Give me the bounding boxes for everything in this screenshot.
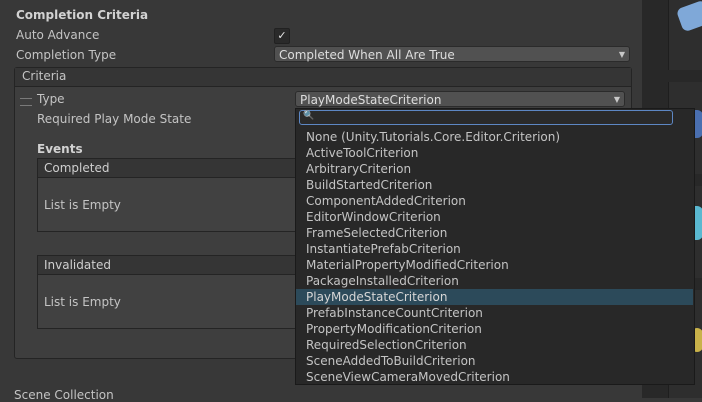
completion-type-dropdown[interactable]: Completed When All Are True ▼	[274, 46, 630, 62]
dropdown-option[interactable]: EditorWindowCriterion	[296, 209, 693, 225]
completion-type-value: Completed When All Are True	[279, 48, 455, 62]
dropdown-option[interactable]: ArbitraryCriterion	[296, 161, 693, 177]
dropdown-option[interactable]: MaterialPropertyModifiedCriterion	[296, 257, 693, 273]
dropdown-option[interactable]: SceneAddedToBuildCriterion	[296, 353, 693, 369]
thumbnail-1[interactable]	[668, 0, 702, 70]
dropdown-option[interactable]: PrefabInstanceCountCriterion	[296, 305, 693, 321]
auto-advance-label: Auto Advance	[16, 28, 100, 42]
completed-event-list: Completed List is Empty	[37, 158, 337, 232]
criterion-type-value: PlayModeStateCriterion	[300, 93, 442, 107]
dropdown-option[interactable]: BuildStartedCriterion	[296, 177, 693, 193]
completed-header: Completed	[38, 159, 336, 178]
criteria-header-label: Criteria	[22, 69, 67, 83]
search-icon: 🔍	[303, 111, 315, 121]
criterion-type-dropdown[interactable]: PlayModeStateCriterion ▼	[295, 91, 625, 107]
type-label: Type	[37, 92, 65, 106]
events-title: Events	[37, 142, 83, 156]
invalidated-header: Invalidated	[38, 256, 336, 275]
auto-advance-checkbox[interactable]: ✓	[274, 28, 290, 44]
dropdown-option[interactable]: None (Unity.Tutorials.Core.Editor.Criter…	[296, 129, 693, 145]
footer-partial-text: Scene Collection	[14, 388, 114, 402]
dropdown-option[interactable]: InstantiatePrefabCriterion	[296, 241, 693, 257]
drag-handle-icon[interactable]	[20, 98, 32, 106]
invalidated-empty-text: List is Empty	[44, 295, 121, 309]
dropdown-option[interactable]: ActiveToolCriterion	[296, 145, 693, 161]
dropdown-option[interactable]: PropertyModificationCriterion	[296, 321, 693, 337]
completion-criteria-title: Completion Criteria	[16, 8, 149, 22]
completion-type-label: Completion Type	[16, 48, 117, 62]
chevron-down-icon: ▼	[613, 95, 620, 104]
dropdown-option[interactable]: RequiredSelectionCriterion	[296, 337, 693, 353]
dropdown-option[interactable]: PackageInstalledCriterion	[296, 273, 693, 289]
required-play-mode-state-label: Required Play Mode State	[37, 112, 192, 126]
chevron-down-icon: ▼	[618, 50, 625, 59]
criteria-header	[15, 68, 631, 87]
completed-empty-text: List is Empty	[44, 198, 121, 212]
search-field[interactable]: 🔍	[299, 110, 673, 125]
dropdown-option[interactable]: FrameSelectedCriterion	[296, 225, 693, 241]
dropdown-option[interactable]: PlayModeStateCriterion	[296, 289, 693, 305]
dropdown-option[interactable]: ComponentAddedCriterion	[296, 193, 693, 209]
invalidated-event-list: Invalidated List is Empty	[37, 255, 337, 329]
dropdown-option[interactable]: SceneViewCameraMovedCriterion	[296, 369, 693, 385]
